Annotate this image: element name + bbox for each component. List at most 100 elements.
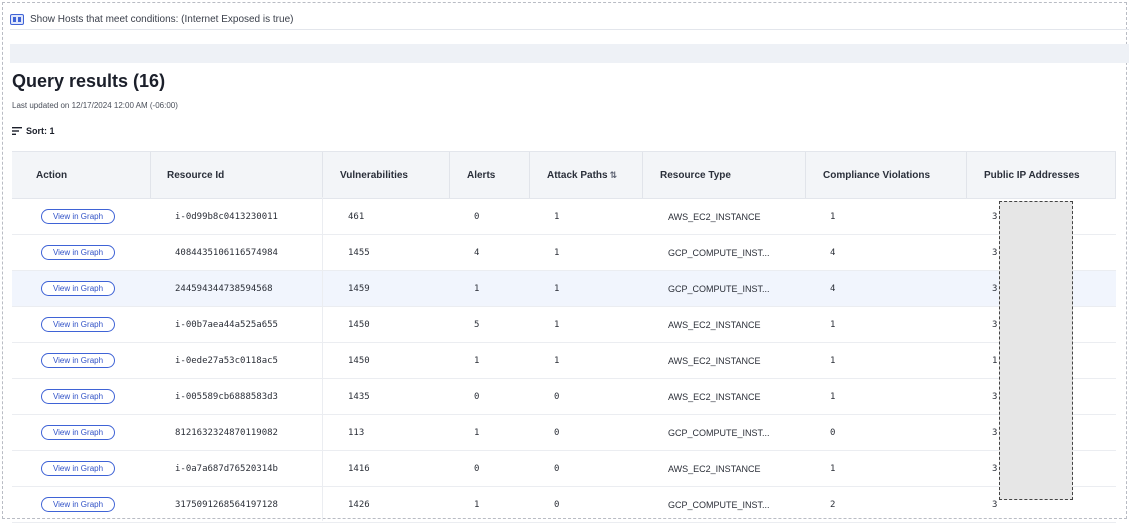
column-header-vulnerabilities[interactable]: Vulnerabilities — [322, 152, 408, 198]
attack-paths-cell: 1 — [554, 247, 560, 258]
table-row[interactable]: View in Graph i-0a7a687d76520314b 1416 0 0 AW… — [12, 451, 1116, 487]
column-separator — [1115, 152, 1116, 198]
resource-id-cell: i-0ede27a53c0118ac5 — [175, 355, 278, 366]
compliance-violations-cell: 4 — [830, 283, 836, 294]
column-header-alerts[interactable]: Alerts — [449, 152, 495, 198]
resource-id-cell: i-0a7a687d76520314b — [175, 463, 278, 474]
vulnerabilities-cell: 1455 — [348, 247, 370, 258]
alerts-cell: 0 — [474, 211, 480, 222]
table-row[interactable]: View in Graph i-0ede27a53c0118ac5 1450 1 1 AW… — [12, 343, 1116, 379]
view-in-graph-button[interactable]: View in Graph — [41, 317, 115, 332]
public-ip-cell: 3 — [992, 391, 998, 402]
resource-id-cell: 244594344738594568 — [175, 283, 273, 294]
compliance-violations-cell: 0 — [830, 427, 836, 438]
sort-lines-icon — [12, 127, 22, 135]
view-in-graph-button[interactable]: View in Graph — [41, 461, 115, 476]
public-ip-cell: 3 — [992, 283, 998, 294]
alerts-cell: 1 — [474, 355, 480, 366]
column-header-action[interactable]: Action — [36, 152, 67, 198]
view-in-graph-button[interactable]: View in Graph — [41, 353, 115, 368]
public-ip-cell: 3 — [992, 499, 998, 510]
toolbar-band — [10, 44, 1129, 63]
view-in-graph-button[interactable]: View in Graph — [41, 497, 115, 512]
public-ip-cell: 3 — [992, 247, 998, 258]
vulnerabilities-cell: 1426 — [348, 499, 370, 510]
vulnerabilities-cell: 1459 — [348, 283, 370, 294]
compliance-violations-cell: 1 — [830, 211, 836, 222]
view-in-graph-button[interactable]: View in Graph — [41, 281, 115, 296]
alerts-cell: 1 — [474, 499, 480, 510]
sort-control[interactable]: Sort: 1 — [12, 126, 55, 136]
results-table: Action Resource Id Vulnerabilities Alert… — [12, 151, 1116, 523]
attack-paths-cell: 0 — [554, 499, 560, 510]
table-row[interactable]: View in Graph 8121632324870119082 113 1 0 GCP… — [12, 415, 1116, 451]
compliance-violations-cell: 1 — [830, 463, 836, 474]
attack-paths-cell: 0 — [554, 427, 560, 438]
view-in-graph-button[interactable]: View in Graph — [41, 425, 115, 440]
attack-paths-label: Attack Paths — [547, 169, 608, 181]
public-ip-cell: 3 — [992, 319, 998, 330]
public-ip-cell: 3 — [992, 463, 998, 474]
vulnerabilities-cell: 1450 — [348, 355, 370, 366]
public-ip-cell: 3 — [992, 427, 998, 438]
table-row[interactable]: View in Graph 4084435106116574984 1455 4 1 GC… — [12, 235, 1116, 271]
public-ip-cell: 1 — [992, 355, 998, 366]
attack-paths-cell: 1 — [554, 211, 560, 222]
table-body: View in Graph i-0d99b8c0413230011 461 0 1 AWS… — [12, 199, 1116, 523]
attack-paths-cell: 0 — [554, 463, 560, 474]
conditions-text: Show Hosts that meet conditions: (Intern… — [30, 13, 294, 25]
page-title: Query results (16) — [12, 71, 166, 91]
alerts-cell: 1 — [474, 427, 480, 438]
resource-id-cell: i-005589cb6888583d3 — [175, 391, 278, 402]
last-updated-text: Last updated on 12/17/2024 12:00 AM (-06… — [12, 101, 178, 110]
table-row[interactable]: View in Graph 244594344738594568 1459 1 1 GCP… — [12, 271, 1116, 307]
resource-id-cell: i-0d99b8c0413230011 — [175, 211, 278, 222]
vulnerabilities-cell: 1450 — [348, 319, 370, 330]
resource-id-cell: 4084435106116574984 — [175, 247, 278, 258]
resource-id-cell: 8121632324870119082 — [175, 427, 278, 438]
divider — [10, 29, 1129, 30]
view-in-graph-button[interactable]: View in Graph — [41, 389, 115, 404]
sort-arrows-icon[interactable]: ⇅ — [610, 170, 618, 181]
resource-type-cell: GCP_COMPUTE_INST... — [668, 283, 770, 294]
table-header: Action Resource Id Vulnerabilities Alert… — [12, 151, 1116, 199]
compliance-violations-cell: 1 — [830, 319, 836, 330]
resource-type-cell: AWS_EC2_INSTANCE — [668, 211, 761, 222]
redacted-area — [999, 201, 1073, 500]
attack-paths-cell: 1 — [554, 283, 560, 294]
resource-type-cell: AWS_EC2_INSTANCE — [668, 355, 761, 366]
resource-type-cell: GCP_COMPUTE_INST... — [668, 499, 770, 510]
attack-paths-cell: 0 — [554, 391, 560, 402]
resource-type-cell: AWS_EC2_INSTANCE — [668, 391, 761, 402]
resource-type-cell: AWS_EC2_INSTANCE — [668, 319, 761, 330]
public-ip-cell: 3 — [992, 211, 998, 222]
conditions-bar[interactable]: Show Hosts that meet conditions: (Intern… — [10, 8, 293, 30]
filter-icon — [10, 13, 24, 26]
table-row[interactable]: View in Graph i-005589cb6888583d3 1435 0 0 AW… — [12, 379, 1116, 415]
sort-label: Sort: 1 — [26, 126, 55, 136]
table-row[interactable]: View in Graph i-0d99b8c0413230011 461 0 1 AWS… — [12, 199, 1116, 235]
column-header-public-ip[interactable]: Public IP Addresses — [966, 152, 1080, 198]
column-header-resource-type[interactable]: Resource Type — [642, 152, 731, 198]
vulnerabilities-cell: 1416 — [348, 463, 370, 474]
column-header-compliance-violations[interactable]: Compliance Violations — [805, 152, 930, 198]
view-in-graph-button[interactable]: View in Graph — [41, 245, 115, 260]
compliance-violations-cell: 1 — [830, 355, 836, 366]
resource-type-cell: AWS_EC2_INSTANCE — [668, 463, 761, 474]
table-row[interactable]: View in Graph 3175091268564197128 1426 1 0 GC… — [12, 487, 1116, 523]
column-header-resource-id[interactable]: Resource Id — [150, 152, 224, 198]
compliance-violations-cell: 1 — [830, 391, 836, 402]
vulnerabilities-cell: 1435 — [348, 391, 370, 402]
attack-paths-cell: 1 — [554, 319, 560, 330]
resource-id-cell: i-00b7aea44a525a655 — [175, 319, 278, 330]
alerts-cell: 0 — [474, 463, 480, 474]
table-row[interactable]: View in Graph i-00b7aea44a525a655 1450 5 1 AW… — [12, 307, 1116, 343]
alerts-cell: 4 — [474, 247, 480, 258]
column-header-attack-paths[interactable]: Attack Paths ⇅ — [529, 152, 617, 198]
alerts-cell: 5 — [474, 319, 480, 330]
alerts-cell: 0 — [474, 391, 480, 402]
vulnerabilities-cell: 113 — [348, 427, 365, 438]
compliance-violations-cell: 4 — [830, 247, 836, 258]
column-divider — [322, 197, 323, 521]
view-in-graph-button[interactable]: View in Graph — [41, 209, 115, 224]
